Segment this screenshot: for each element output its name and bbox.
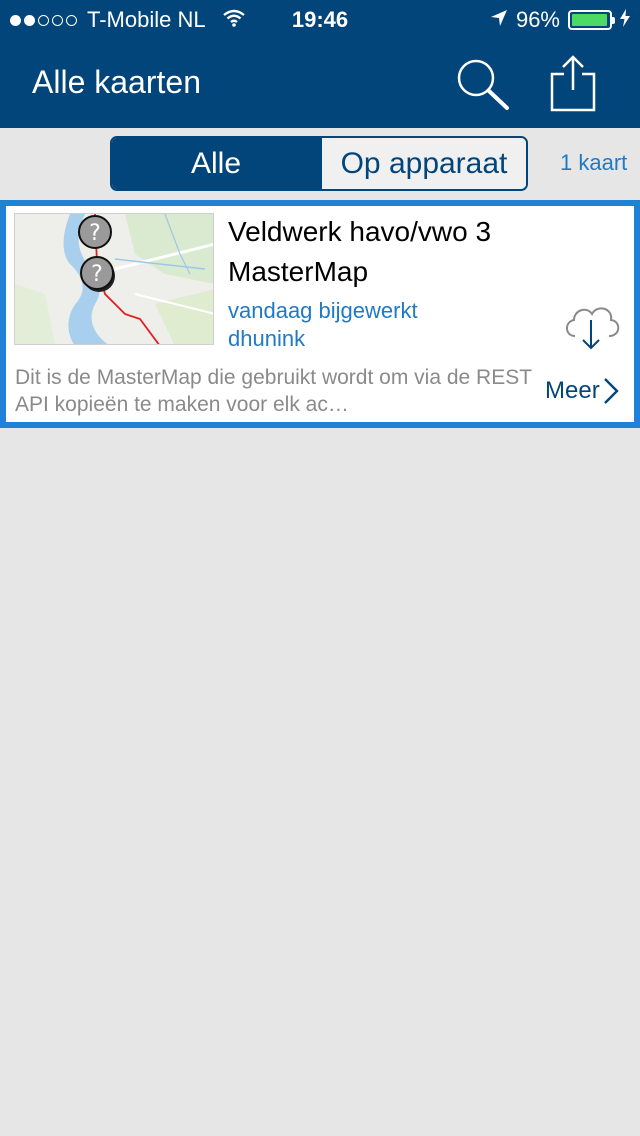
map-owner[interactable]: dhunink [228,326,305,352]
map-card[interactable]: ? ? Veldwerk havo/vwo 3 MasterMap vandaa… [0,200,640,428]
share-button[interactable] [548,54,598,114]
search-icon [457,59,509,110]
svg-text:?: ? [89,221,101,246]
map-description: Dit is de MasterMap die gebruikt wordt o… [15,366,532,416]
battery-fill [572,14,607,26]
nav-header: T-Mobile NL 19:46 96% Alle kaarten [0,0,640,128]
svg-text:?: ? [91,262,103,287]
filter-segmented-control: Alle Op apparaat [110,136,528,191]
more-label: Meer [545,377,600,404]
map-updated-date: vandaag bijgewerkt [228,298,418,323]
charging-bolt-icon [620,7,630,33]
map-thumbnail: ? ? [14,213,214,345]
location-arrow-icon [490,7,508,33]
status-right: 96% [490,7,630,33]
tab-alle[interactable]: Alle [112,138,320,189]
chevron-right-icon [603,378,619,404]
battery-icon [568,10,615,30]
map-count: 1 kaart [560,150,628,175]
download-button[interactable] [561,298,621,354]
more-button[interactable]: Meer [545,376,620,406]
page-title: Alle kaarten [32,64,201,100]
status-bar: T-Mobile NL 19:46 96% [0,0,640,40]
map-title: Veldwerk havo/vwo 3 MasterMap [228,216,492,287]
search-button[interactable] [452,56,512,112]
share-icon [550,55,596,112]
tab-op-apparaat[interactable]: Op apparaat [320,138,526,189]
battery-percentage: 96% [515,7,560,32]
cloud-download-icon [566,307,620,350]
